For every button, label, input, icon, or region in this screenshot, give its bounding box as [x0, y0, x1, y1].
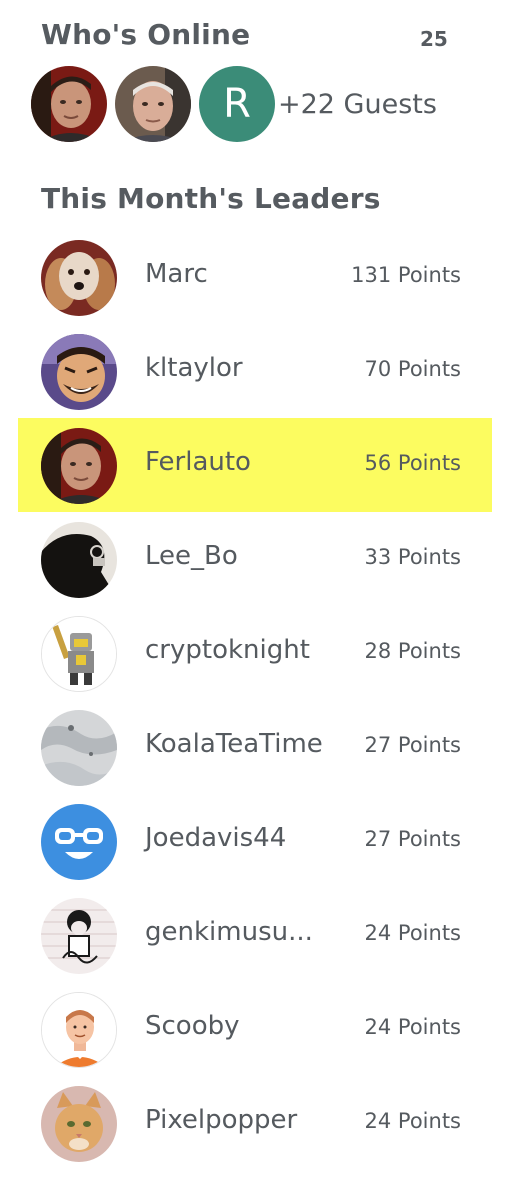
leader-name[interactable]: Joedavis44: [145, 823, 286, 853]
leader-points: 24 Points: [364, 921, 461, 945]
online-avatar-ferlauto[interactable]: [31, 66, 107, 142]
avatar[interactable]: [41, 240, 117, 316]
leader-row-genkimusu[interactable]: genkimusu... 24 Points: [18, 888, 492, 982]
leader-points: 56 Points: [364, 451, 461, 475]
leader-points: 24 Points: [364, 1109, 461, 1133]
leader-name[interactable]: Marc: [145, 259, 208, 289]
leader-name[interactable]: Lee_Bo: [145, 541, 238, 571]
leader-row-kltaylor[interactable]: kltaylor 70 Points: [18, 324, 492, 418]
online-avatars: R +22 Guests: [31, 66, 437, 142]
leader-name[interactable]: Ferlauto: [145, 447, 251, 477]
online-avatar-r[interactable]: R: [199, 66, 275, 142]
online-avatar-user[interactable]: [115, 66, 191, 142]
snow-photo-icon: [41, 710, 117, 786]
avatar[interactable]: [41, 710, 117, 786]
avatar[interactable]: [41, 334, 117, 410]
avatar[interactable]: [41, 522, 117, 598]
leader-row-lee-bo[interactable]: Lee_Bo 33 Points: [18, 512, 492, 606]
leader-row-joedavis44[interactable]: Joedavis44 27 Points: [18, 794, 492, 888]
user-photo-icon: [31, 66, 107, 142]
avatar[interactable]: [41, 992, 117, 1068]
dog-photo-icon: [41, 240, 117, 316]
leader-row-scooby[interactable]: Scooby 24 Points: [18, 982, 492, 1076]
leaders-list: Marc 131 Points kltaylor 70 Points Ferla…: [18, 230, 492, 1170]
leader-points: 70 Points: [364, 357, 461, 381]
leader-name[interactable]: Scooby: [145, 1011, 240, 1041]
glasses-face-icon: [41, 804, 117, 880]
leader-row-cryptoknight[interactable]: cryptoknight 28 Points: [18, 606, 492, 700]
online-count: 25: [420, 27, 448, 51]
leader-row-ferlauto[interactable]: Ferlauto 56 Points: [18, 418, 492, 512]
cat-photo-icon: [41, 1086, 117, 1162]
sketch-drawing-icon: [41, 898, 117, 974]
leader-row-koalateatime[interactable]: KoalaTeaTime 27 Points: [18, 700, 492, 794]
leader-points: 33 Points: [364, 545, 461, 569]
leader-name[interactable]: Pixelpopper: [145, 1105, 297, 1135]
leader-points: 27 Points: [364, 827, 461, 851]
knight-figure-icon: [42, 617, 116, 691]
leader-name[interactable]: KoalaTeaTime: [145, 729, 323, 759]
avatar[interactable]: [41, 898, 117, 974]
cartoon-face-icon: [41, 334, 117, 410]
guests-count[interactable]: +22 Guests: [278, 89, 437, 120]
leader-name[interactable]: kltaylor: [145, 353, 243, 383]
leader-points: 24 Points: [364, 1015, 461, 1039]
avatar[interactable]: [41, 428, 117, 504]
avatar[interactable]: [41, 1086, 117, 1162]
leader-row-pixelpopper[interactable]: Pixelpopper 24 Points: [18, 1076, 492, 1170]
leaders-title: This Month's Leaders: [41, 182, 381, 215]
silhouette-photo-icon: [41, 522, 117, 598]
person-avatar-icon: [42, 993, 116, 1067]
avatar-letter: R: [223, 81, 251, 127]
avatar[interactable]: [41, 616, 117, 692]
leader-name[interactable]: genkimusu...: [145, 917, 313, 947]
user-photo-icon: [41, 428, 117, 504]
leader-points: 28 Points: [364, 639, 461, 663]
whos-online-title: Who's Online: [41, 18, 251, 51]
avatar[interactable]: [41, 804, 117, 880]
leader-row-marc[interactable]: Marc 131 Points: [18, 230, 492, 324]
leader-points: 27 Points: [364, 733, 461, 757]
leader-points: 131 Points: [351, 263, 461, 287]
leader-name[interactable]: cryptoknight: [145, 635, 310, 665]
user-photo-icon: [115, 66, 191, 142]
